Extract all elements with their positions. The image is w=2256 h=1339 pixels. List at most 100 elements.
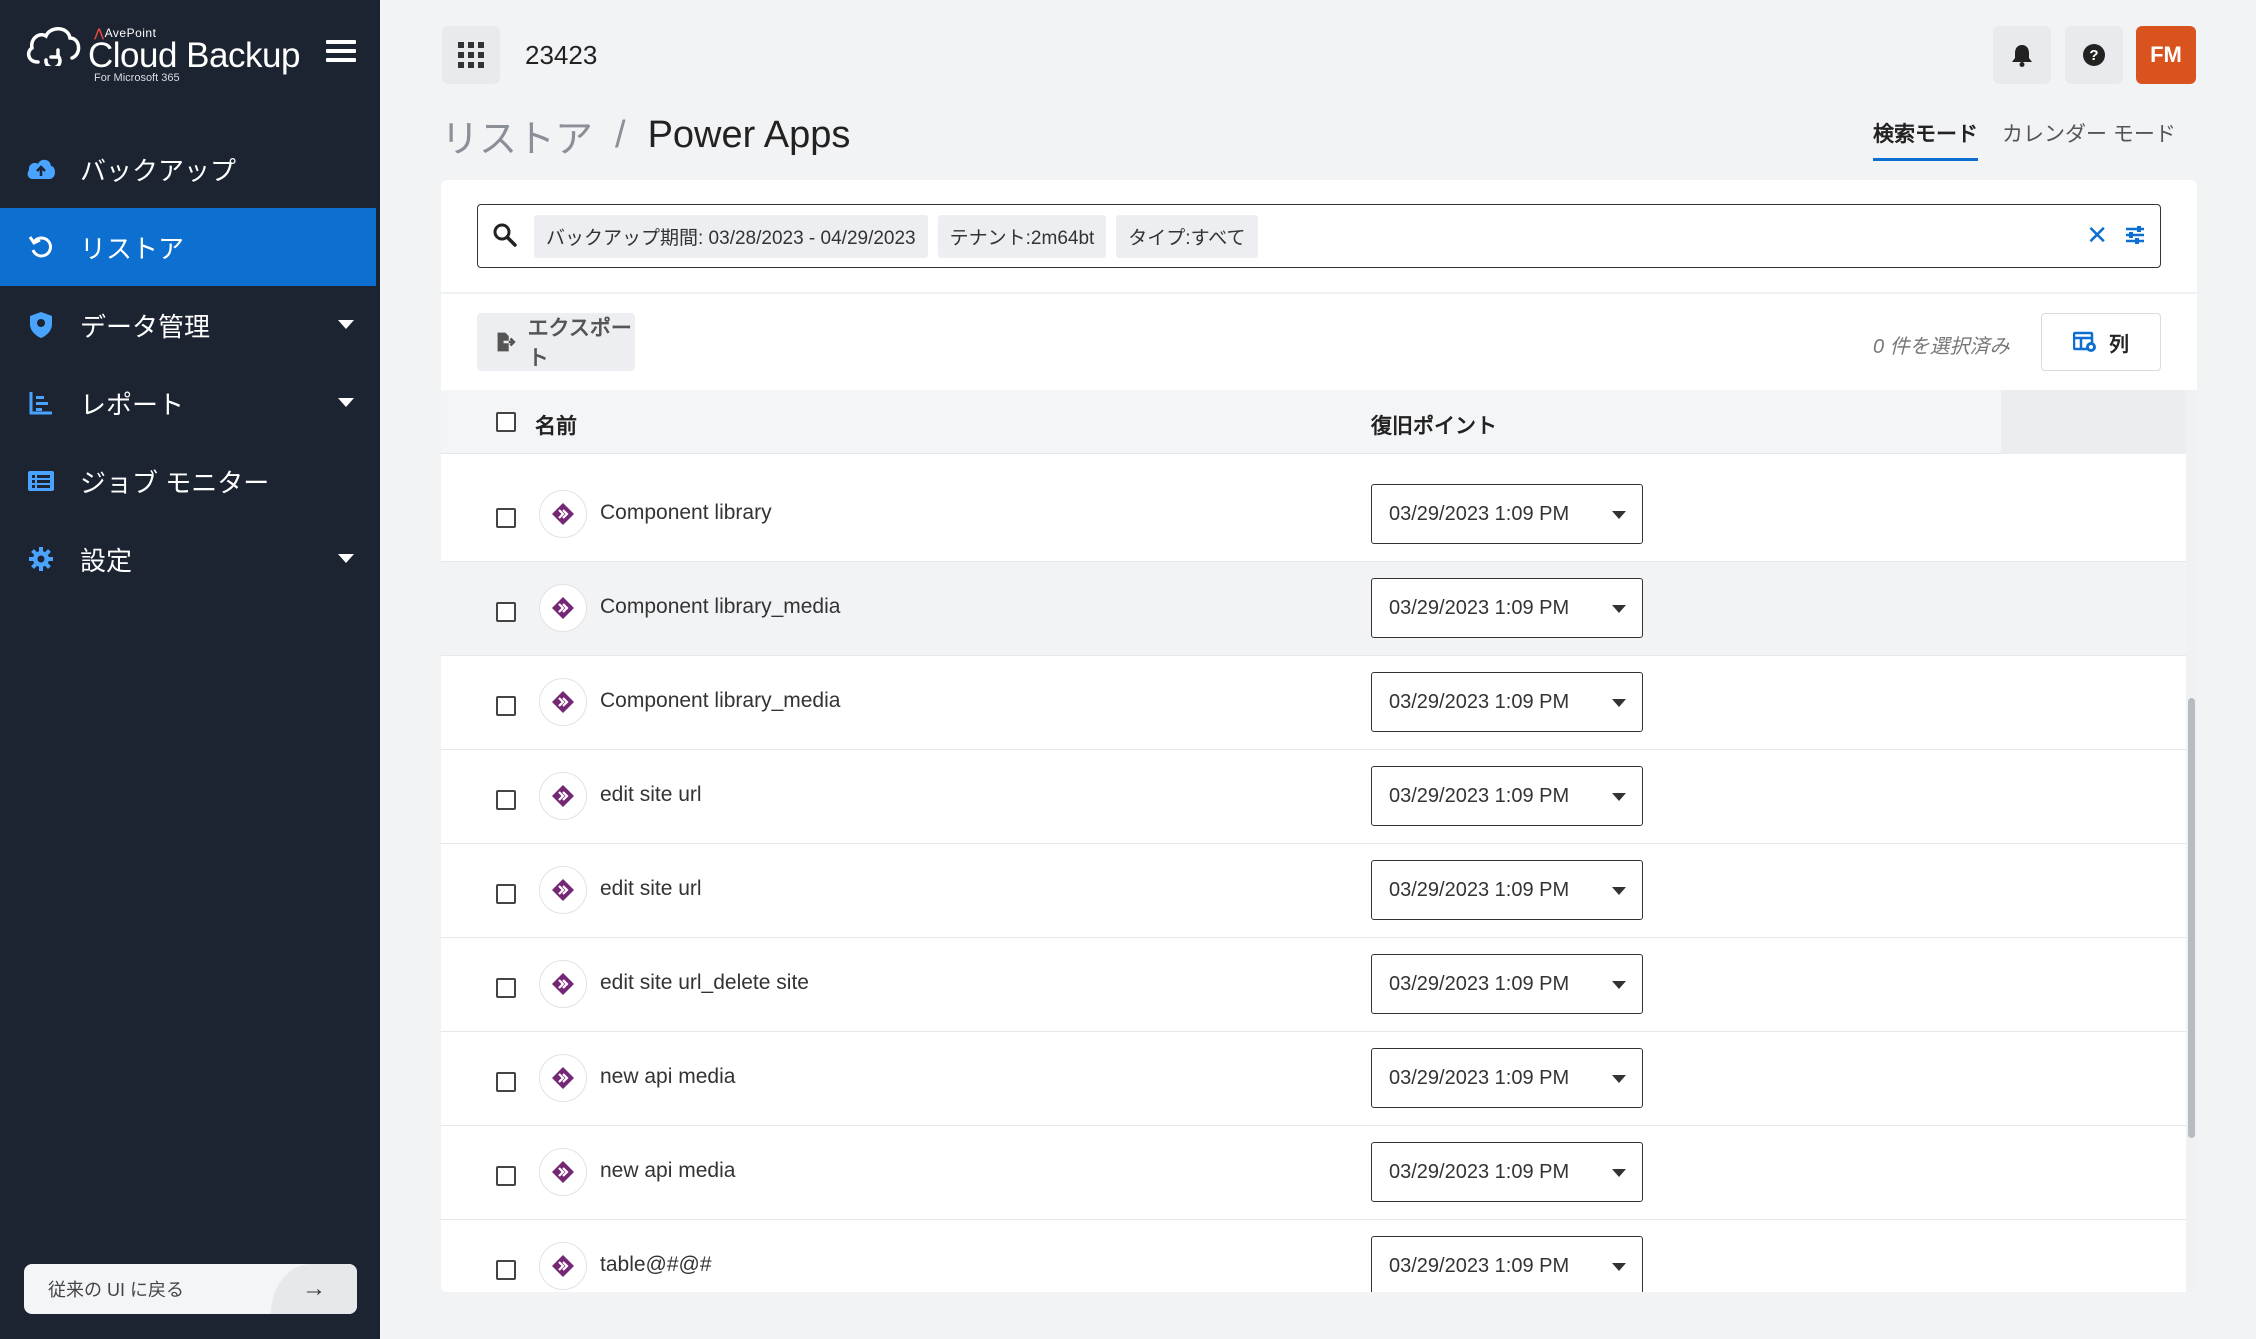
row-checkbox[interactable]: [496, 790, 516, 810]
dropdown-arrow-icon: [1612, 605, 1626, 613]
restore-point-value: 03/29/2023 1:09 PM: [1389, 1066, 1570, 1089]
power-apps-icon: [539, 678, 587, 726]
tab-calendar-mode[interactable]: カレンダー モード: [2002, 118, 2176, 161]
table-row[interactable]: edit site url 03/29/2023 1:09 PM: [441, 844, 2189, 938]
dropdown-arrow-icon: [1612, 1169, 1626, 1177]
columns-label: 列: [2109, 333, 2129, 356]
export-label: エクスポート: [527, 317, 632, 370]
sidebar-nav: バックアップ リストア データ管理 レポート ジョブ モニター 設定: [0, 130, 376, 598]
table-row[interactable]: table@#@# 03/29/2023 1:09 PM: [441, 1220, 2189, 1292]
row-checkbox[interactable]: [496, 508, 516, 528]
sidebar-item-backup[interactable]: バックアップ: [0, 130, 376, 208]
row-checkbox[interactable]: [496, 1260, 516, 1280]
power-apps-icon: [539, 1054, 587, 1102]
restore-point-select[interactable]: 03/29/2023 1:09 PM: [1371, 860, 1643, 920]
table-row[interactable]: new api media 03/29/2023 1:09 PM: [441, 1126, 2189, 1220]
row-name: Component library_media: [600, 689, 841, 712]
row-checkbox[interactable]: [496, 978, 516, 998]
row-checkbox[interactable]: [496, 1072, 516, 1092]
column-settings-icon: [2073, 331, 2096, 352]
dropdown-arrow-icon: [1612, 981, 1626, 989]
table-row[interactable]: Component library_media 03/29/2023 1:09 …: [441, 562, 2189, 656]
back-to-legacy-ui-button[interactable]: 従来の UI に戻る →: [24, 1264, 357, 1314]
scrollbar-thumb[interactable]: [2188, 698, 2195, 1138]
column-header-actions: [2001, 390, 2189, 454]
sidebar-item-data-management[interactable]: データ管理: [0, 286, 376, 364]
cloud-upload-icon: [26, 154, 56, 184]
vertical-scrollbar[interactable]: [2186, 390, 2197, 1292]
sidebar-item-label: ジョブ モニター: [80, 467, 270, 498]
restore-point-value: 03/29/2023 1:09 PM: [1389, 690, 1570, 713]
breadcrumb-root-link[interactable]: リストア: [441, 108, 593, 163]
menu-toggle-icon[interactable]: [326, 40, 356, 66]
restore-point-value: 03/29/2023 1:09 PM: [1389, 596, 1570, 619]
restore-point-select[interactable]: 03/29/2023 1:09 PM: [1371, 672, 1643, 732]
brand-product: Cloud Backup: [88, 36, 300, 75]
sidebar-item-job-monitor[interactable]: ジョブ モニター: [0, 442, 376, 520]
table-row[interactable]: edit site url 03/29/2023 1:09 PM: [441, 750, 2189, 844]
table-body: Component library 03/29/2023 1:09 PM Com…: [441, 468, 2189, 1292]
table-row[interactable]: edit site url_delete site 03/29/2023 1:0…: [441, 938, 2189, 1032]
table-row[interactable]: Component library 03/29/2023 1:09 PM: [441, 468, 2189, 562]
restore-point-select[interactable]: 03/29/2023 1:09 PM: [1371, 1142, 1643, 1202]
restore-point-select[interactable]: 03/29/2023 1:09 PM: [1371, 484, 1643, 544]
columns-button[interactable]: 列: [2041, 313, 2161, 371]
product-logo[interactable]: ⋀AvePoint Cloud Backup For Microsoft 365: [24, 22, 324, 92]
sidebar-item-label: 設定: [80, 545, 133, 576]
mode-tabs: 検索モード カレンダー モード: [1873, 118, 2200, 161]
restore-point-select[interactable]: 03/29/2023 1:09 PM: [1371, 954, 1643, 1014]
notifications-button[interactable]: [1993, 26, 2051, 84]
dropdown-arrow-icon: [1612, 887, 1626, 895]
power-apps-icon: [539, 490, 587, 538]
filter-chip-tenant[interactable]: テナント:2m64bt: [937, 214, 1107, 258]
search-bar[interactable]: バックアップ期間: 03/28/2023 - 04/29/2023 テナント:2…: [477, 204, 2161, 268]
chevron-down-icon: [338, 554, 354, 563]
restore-point-select[interactable]: 03/29/2023 1:09 PM: [1371, 766, 1643, 826]
filter-chip-backup-period[interactable]: バックアップ期間: 03/28/2023 - 04/29/2023: [534, 214, 928, 258]
row-checkbox[interactable]: [496, 602, 516, 622]
restore-point-select[interactable]: 03/29/2023 1:09 PM: [1371, 1048, 1643, 1108]
export-button[interactable]: エクスポート: [477, 313, 635, 371]
help-icon: ?: [2083, 44, 2105, 66]
table-row[interactable]: new api media 03/29/2023 1:09 PM: [441, 1032, 2189, 1126]
sidebar-item-settings[interactable]: 設定: [0, 520, 376, 598]
filter-chip-type[interactable]: タイプ:すべて: [1116, 214, 1258, 258]
tab-search-mode[interactable]: 検索モード: [1873, 118, 1978, 161]
clear-search-icon[interactable]: ✕: [2086, 222, 2108, 248]
restore-point-value: 03/29/2023 1:09 PM: [1389, 784, 1570, 807]
column-header-restore-point[interactable]: 復旧ポイント: [1371, 410, 1497, 440]
selection-count: 0 件を選択済み: [1873, 336, 2010, 358]
svg-text:?: ?: [2089, 47, 2098, 64]
cloud-logo-icon: [26, 27, 81, 66]
restore-point-select[interactable]: 03/29/2023 1:09 PM: [1371, 1236, 1643, 1292]
sidebar-item-report[interactable]: レポート: [0, 364, 376, 442]
power-apps-icon: [539, 1242, 587, 1290]
restore-point-value: 03/29/2023 1:09 PM: [1389, 1160, 1570, 1183]
brand-subtitle: For Microsoft 365: [94, 72, 180, 84]
restore-point-select[interactable]: 03/29/2023 1:09 PM: [1371, 578, 1643, 638]
row-checkbox[interactable]: [496, 1166, 516, 1186]
power-apps-icon: [539, 772, 587, 820]
report-icon: [26, 388, 56, 418]
dropdown-arrow-icon: [1612, 1263, 1626, 1271]
sidebar-item-restore[interactable]: リストア: [0, 208, 376, 286]
user-avatar[interactable]: FM: [2136, 26, 2196, 84]
row-name: new api media: [600, 1065, 736, 1088]
tenant-id: 23423: [525, 40, 598, 70]
restore-point-value: 03/29/2023 1:09 PM: [1389, 972, 1570, 995]
help-button[interactable]: ?: [2065, 26, 2123, 84]
app-launcher-icon[interactable]: [442, 26, 500, 84]
column-header-name[interactable]: 名前: [535, 410, 577, 440]
restore-point-value: 03/29/2023 1:09 PM: [1389, 1254, 1570, 1277]
row-checkbox[interactable]: [496, 696, 516, 716]
row-checkbox[interactable]: [496, 884, 516, 904]
dropdown-arrow-icon: [1612, 793, 1626, 801]
chevron-down-icon: [338, 320, 354, 329]
table-row[interactable]: Component library_media 03/29/2023 1:09 …: [441, 656, 2189, 750]
filter-settings-icon[interactable]: [2124, 225, 2146, 245]
search-input[interactable]: [1267, 216, 2160, 256]
row-name: Component library_media: [600, 595, 841, 618]
power-apps-icon: [539, 1148, 587, 1196]
power-apps-icon: [539, 866, 587, 914]
select-all-checkbox[interactable]: [496, 412, 516, 432]
